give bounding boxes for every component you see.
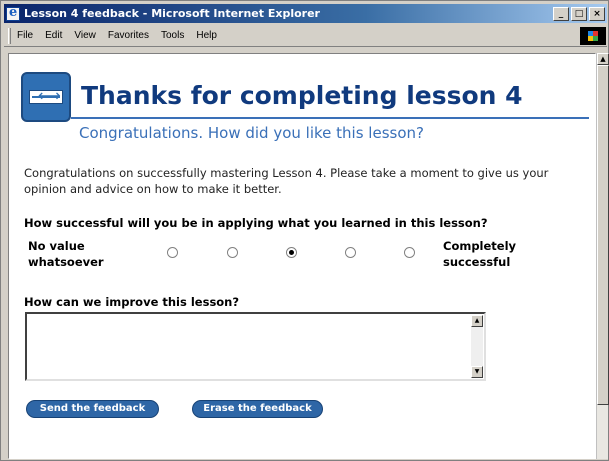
maximize-button[interactable]: □ (571, 6, 587, 21)
scroll-thumb[interactable] (597, 65, 609, 405)
question-improve: How can we improve this lesson? (24, 295, 240, 309)
window-title: Lesson 4 feedback - Microsoft Internet E… (24, 7, 320, 20)
menu-tools[interactable]: Tools (161, 30, 184, 41)
title-divider (71, 117, 589, 119)
rating-radio-1[interactable] (167, 247, 178, 258)
rating-radio-4[interactable] (345, 247, 356, 258)
question-success: How successful will you be in applying w… (24, 216, 488, 230)
intro-text: Congratulations on successfully masterin… (24, 166, 549, 196)
scale-high-label: Completely successful (443, 239, 517, 269)
ruler-shape (29, 86, 63, 105)
menu-help[interactable]: Help (196, 30, 217, 41)
menu-edit[interactable]: Edit (45, 30, 62, 41)
browser-window: Lesson 4 feedback - Microsoft Internet E… (0, 0, 609, 461)
scroll-down-icon[interactable]: ▼ (471, 366, 483, 378)
rating-radio-5[interactable] (404, 247, 415, 258)
scroll-up-icon[interactable]: ▲ (471, 315, 483, 327)
page-title: Thanks for completing lesson 4 (81, 81, 523, 110)
rating-radio-2[interactable] (227, 247, 238, 258)
page-subtitle: Congratulations. How did you like this l… (79, 124, 424, 142)
ie-icon[interactable] (6, 5, 20, 21)
page-scrollbar[interactable]: ▲ (596, 53, 609, 459)
menu-file[interactable]: File (17, 30, 33, 41)
feedback-textarea[interactable]: ▲ ▼ (25, 312, 486, 381)
toolbar-grip[interactable] (8, 27, 11, 44)
window-controls: _ □ × (553, 6, 605, 21)
page-viewport: Thanks for completing lesson 4 Congratul… (8, 53, 596, 459)
menu-favorites[interactable]: Favorites (108, 30, 149, 41)
menu-view[interactable]: View (74, 30, 96, 41)
erase-feedback-button[interactable]: Erase the feedback (192, 400, 323, 418)
menu-bar: File Edit View Favorites Tools Help (4, 25, 607, 47)
windows-logo-icon (580, 26, 606, 45)
textarea-scrollbar[interactable]: ▲ ▼ (471, 315, 483, 378)
send-feedback-button[interactable]: Send the feedback (26, 400, 159, 418)
scroll-up-icon[interactable]: ▲ (597, 53, 609, 65)
close-button[interactable]: × (589, 6, 605, 21)
ruler-icon (21, 72, 71, 122)
title-bar[interactable]: Lesson 4 feedback - Microsoft Internet E… (4, 4, 607, 23)
minimize-button[interactable]: _ (553, 6, 569, 21)
rating-radio-3[interactable] (286, 247, 297, 258)
scale-low-label: No value whatsoever (28, 239, 104, 269)
